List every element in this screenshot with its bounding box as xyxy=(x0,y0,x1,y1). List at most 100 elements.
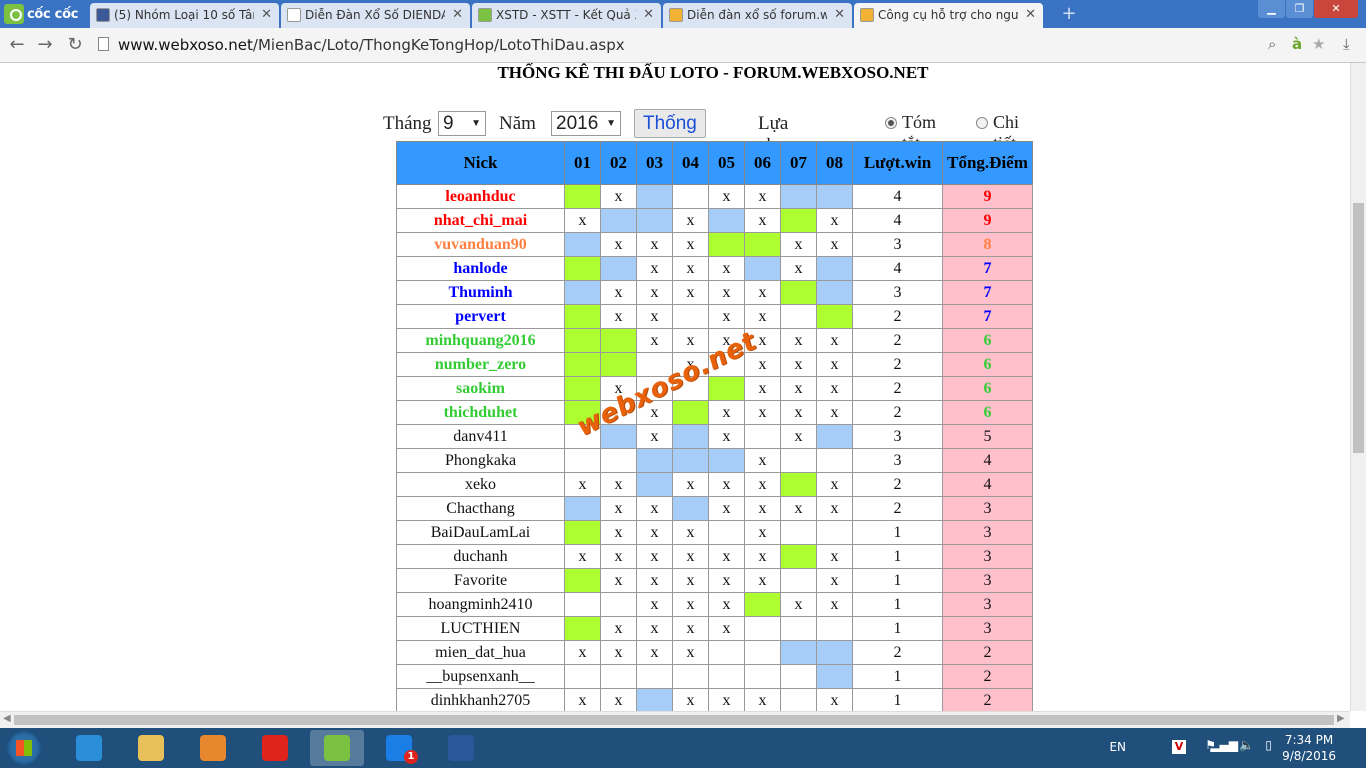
volume-icon[interactable]: 🔈 xyxy=(1239,738,1254,752)
coccoc-logo[interactable]: cốc cốc xyxy=(0,0,88,28)
close-window-button[interactable]: ✕ xyxy=(1314,0,1358,18)
day-cell: x xyxy=(816,352,853,377)
network-icon[interactable]: ▂▄▆ xyxy=(1210,738,1238,752)
close-tab-icon[interactable]: ✕ xyxy=(834,3,845,27)
day-cell: x xyxy=(672,280,709,305)
close-tab-icon[interactable]: ✕ xyxy=(1025,3,1036,27)
day-cell: x xyxy=(708,304,745,329)
browser-tab-2[interactable]: Diễn Đàn Xổ Số DIENDAN ✕ xyxy=(281,3,470,28)
browser-tab-4[interactable]: Diễn đàn xổ số forum.web ✕ xyxy=(663,3,852,28)
back-button[interactable]: ← xyxy=(6,34,28,56)
language-indicator[interactable]: EN xyxy=(1109,740,1126,754)
wins-cell: 4 xyxy=(852,256,943,281)
tab-label: XSTD - XSTT - Kết Quả Xổ xyxy=(496,8,636,22)
browser-tab-5[interactable]: Công cụ hỗ trợ cho người ✕ xyxy=(854,3,1043,28)
table-row: danv411 x x x 3 5 xyxy=(396,424,1033,449)
vertical-scroll-thumb[interactable] xyxy=(1353,203,1364,453)
wins-cell: 3 xyxy=(852,448,943,473)
wins-cell: 1 xyxy=(852,568,943,593)
coccoc-icon xyxy=(324,735,350,761)
new-tab-button[interactable]: + xyxy=(1058,4,1080,24)
close-tab-icon[interactable]: ✕ xyxy=(643,3,654,27)
close-tab-icon[interactable]: ✕ xyxy=(261,3,272,27)
clock[interactable]: 7:34 PM 9/8/2016 xyxy=(1282,732,1336,764)
day-cell: x xyxy=(672,688,709,711)
internet-explorer-icon xyxy=(76,735,102,761)
reload-button[interactable]: ↻ xyxy=(64,34,86,56)
table-row: pervert x x x x 2 7 xyxy=(396,304,1033,329)
maximize-button[interactable]: ❐ xyxy=(1286,0,1313,18)
year-select[interactable]: 2016 ▼ xyxy=(551,111,621,136)
close-tab-icon[interactable]: ✕ xyxy=(452,3,463,27)
day-cell xyxy=(600,328,637,353)
horizontal-scroll-thumb[interactable] xyxy=(14,715,1334,725)
radio-summary[interactable] xyxy=(885,117,897,129)
day-cell: x xyxy=(564,472,601,497)
stat-button[interactable]: Thống kê xyxy=(634,109,706,161)
wins-cell: 1 xyxy=(852,592,943,617)
taskbar-app[interactable] xyxy=(62,730,116,766)
day-cell xyxy=(708,448,745,473)
day-cell: x xyxy=(744,208,781,233)
url-field[interactable]: www.webxoso.net/MienBac/Loto/ThongKeTong… xyxy=(96,32,1336,58)
points-cell: 3 xyxy=(942,568,1033,593)
radio-detail[interactable] xyxy=(976,117,988,129)
table-row: __bupsenxanh__ 1 2 xyxy=(396,664,1033,689)
zoom-icon[interactable]: ⌕ xyxy=(1268,35,1276,53)
taskbar-app[interactable] xyxy=(434,730,488,766)
minimize-button[interactable]: ▁ xyxy=(1258,0,1285,18)
wins-cell: 3 xyxy=(852,232,943,257)
wins-cell: 1 xyxy=(852,688,943,711)
taskbar-app[interactable] xyxy=(124,730,178,766)
tab-strip: cốc cốc (5) Nhóm Loại 10 số Tâm H✕Diễn Đ… xyxy=(0,0,1366,28)
month-select[interactable]: 9 ▼ xyxy=(438,111,486,136)
download-icon[interactable]: ⤓ xyxy=(1343,35,1350,53)
day-cell xyxy=(672,448,709,473)
day-cell: x xyxy=(564,544,601,569)
table-row: thichduhet x x x x x 2 6 xyxy=(396,400,1033,425)
day-cell: x xyxy=(780,352,817,377)
day-cell: x xyxy=(600,688,637,711)
antivirus-icon[interactable]: V xyxy=(1172,740,1186,754)
day-cell: x xyxy=(672,208,709,233)
day-cell: x xyxy=(780,424,817,449)
taskbar-app[interactable]: 1 xyxy=(372,730,426,766)
nick-cell: hanlode xyxy=(396,256,565,281)
day-cell: x xyxy=(708,400,745,425)
day-cell: x xyxy=(816,544,853,569)
taskbar-app[interactable] xyxy=(248,730,302,766)
wins-cell: 2 xyxy=(852,352,943,377)
table-row: vuvanduan90 x x x x x 3 8 xyxy=(396,232,1033,257)
tab-label: (5) Nhóm Loại 10 số Tâm H xyxy=(114,8,254,22)
day-cell: x xyxy=(672,544,709,569)
coccoc-dictionary-icon[interactable]: à xyxy=(1292,35,1302,53)
table-row: xeko x x x x x x 2 4 xyxy=(396,472,1033,497)
day-cell xyxy=(744,256,781,281)
day-cell xyxy=(564,232,601,257)
table-row: Thuminh x x x x x 3 7 xyxy=(396,280,1033,305)
points-cell: 7 xyxy=(942,280,1033,305)
day-cell xyxy=(564,328,601,353)
day-cell: x xyxy=(564,688,601,711)
day-cell xyxy=(636,472,673,497)
day-cell xyxy=(780,448,817,473)
forward-button[interactable]: → xyxy=(34,34,56,56)
taskbar-app[interactable] xyxy=(310,730,364,766)
vertical-scrollbar[interactable] xyxy=(1350,63,1366,711)
browser-tab-1[interactable]: (5) Nhóm Loại 10 số Tâm H ✕ xyxy=(90,3,279,28)
day-cell xyxy=(564,280,601,305)
column-header: 04 xyxy=(672,141,709,185)
taskbar-app[interactable] xyxy=(186,730,240,766)
scroll-left-icon[interactable]: ◀ xyxy=(3,713,11,724)
browser-tab-3[interactable]: XSTD - XSTT - Kết Quả Xổ ✕ xyxy=(472,3,661,28)
start-button[interactable] xyxy=(6,730,42,766)
day-cell xyxy=(780,520,817,545)
scroll-right-icon[interactable]: ▶ xyxy=(1337,713,1345,724)
clock-date: 9/8/2016 xyxy=(1282,749,1336,763)
table-row: mien_dat_hua x x x x 2 2 xyxy=(396,640,1033,665)
column-header: 01 xyxy=(564,141,601,185)
page-title: THỐNG KÊ THI ĐẤU LOTO - FORUM.WEBXOSO.NE… xyxy=(497,63,929,82)
battery-icon[interactable]: ▯ xyxy=(1265,738,1272,752)
horizontal-scrollbar[interactable]: ◀ ▶ xyxy=(0,711,1350,728)
bookmark-star-icon[interactable]: ★ xyxy=(1312,35,1325,53)
